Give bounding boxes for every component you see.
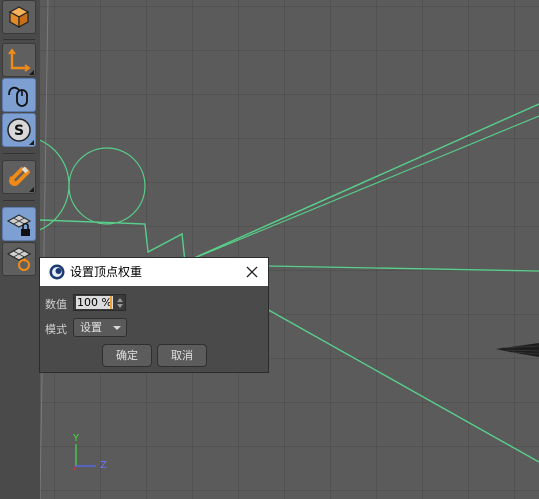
spline-line-lower: [264, 307, 539, 463]
mouse-tool-button[interactable]: [2, 78, 36, 112]
toolbar-separator: [3, 200, 35, 201]
spline-circle: [68, 147, 146, 225]
axis-y-label: Y: [73, 433, 80, 444]
text-caret: [110, 296, 112, 309]
viewport-guide-line: [40, 0, 49, 499]
snap-tool-button[interactable]: S: [2, 113, 36, 147]
submenu-corner-indicator: [29, 140, 34, 145]
close-icon: [246, 266, 258, 278]
toolbar-separator: [3, 153, 35, 154]
spline-path: [40, 219, 186, 263]
value-label: 数值: [45, 298, 67, 311]
spline-line-upper-2: [184, 115, 539, 263]
axis-gizmo: Y Z: [70, 432, 110, 472]
viewport-scene: [40, 0, 539, 499]
mouse-icon: [8, 86, 28, 107]
spline-line-upper: [184, 103, 539, 263]
grid-cycle-tool-button[interactable]: [2, 242, 36, 276]
grid-lock-tool-button[interactable]: [2, 207, 36, 241]
spinner-arrows-icon[interactable]: [116, 297, 124, 309]
submenu-corner-indicator: [29, 70, 34, 75]
grid-lock-icon: [6, 214, 32, 236]
grid-cycle-icon: [6, 247, 32, 271]
left-toolbar: S: [0, 0, 41, 499]
value-input[interactable]: 100 %: [73, 294, 126, 311]
toolbar-separator: [3, 39, 35, 40]
svg-text:S: S: [14, 123, 24, 139]
close-button[interactable]: [242, 262, 262, 282]
magnet-tool-button[interactable]: [2, 160, 36, 194]
axis-z-label: Z: [100, 460, 107, 471]
mode-label: 模式: [45, 323, 67, 336]
set-vertex-weight-dialog: 设置顶点权重 数值 100 % 模式 设置 确定 取消: [39, 257, 269, 373]
cube-tool-button[interactable]: [2, 0, 36, 34]
mode-dropdown-value: 设置: [80, 321, 102, 334]
cancel-button[interactable]: 取消: [157, 344, 207, 367]
ok-button[interactable]: 确定: [102, 344, 152, 367]
axis-tool-button[interactable]: [2, 43, 36, 77]
dialog-titlebar[interactable]: 设置顶点权重: [40, 258, 268, 286]
cinema4d-logo-icon: [49, 264, 65, 280]
cube-icon: [8, 6, 30, 29]
value-input-text[interactable]: 100 %: [76, 296, 113, 309]
mode-dropdown[interactable]: 设置: [73, 318, 127, 337]
chevron-down-icon: [113, 326, 121, 330]
spline-line-middle: [267, 265, 539, 272]
submenu-corner-indicator: [29, 187, 34, 192]
dialog-title: 设置顶点权重: [70, 265, 143, 279]
3d-viewport[interactable]: [40, 0, 539, 499]
mesh-object: [496, 343, 539, 357]
